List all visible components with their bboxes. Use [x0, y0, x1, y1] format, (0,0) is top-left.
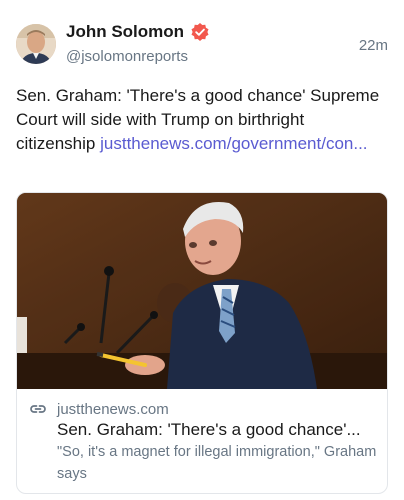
link-preview-card[interactable]: justthenews.com Sen. Graham: 'There's a … — [16, 192, 388, 494]
social-post[interactable]: John Solomon @jsolomonreports 22m Sen. G… — [0, 0, 404, 500]
author-avatar[interactable] — [16, 24, 56, 64]
author-handle[interactable]: @jsolomonreports — [66, 48, 188, 65]
post-body: Sen. Graham: 'There's a good chance' Sup… — [16, 84, 388, 156]
card-title: Sen. Graham: 'There's a good chance'... — [57, 420, 361, 439]
card-image[interactable] — [17, 193, 387, 389]
post-link[interactable]: justthenews.com/government/con... — [100, 134, 367, 153]
card-domain: justthenews.com — [57, 400, 169, 418]
card-meta[interactable]: justthenews.com Sen. Graham: 'There's a … — [17, 389, 387, 493]
post-timestamp[interactable]: 22m — [359, 37, 388, 54]
card-description: "So, it's a magnet for illegal immigrati… — [57, 444, 377, 482]
author-name[interactable]: John Solomon — [66, 22, 184, 42]
verified-badge-icon — [190, 22, 210, 42]
link-icon — [29, 400, 47, 418]
